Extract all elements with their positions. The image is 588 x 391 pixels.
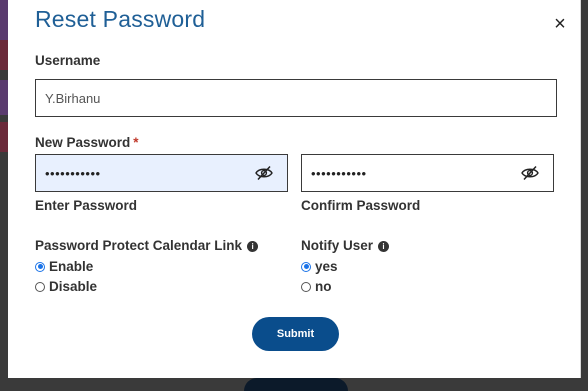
enter-password-caption: Enter Password — [35, 198, 138, 213]
radio-label: no — [315, 279, 332, 294]
background-strip — [0, 122, 8, 152]
enter-password-field[interactable]: ••••••••••• — [35, 154, 288, 192]
reset-password-modal: Reset Password × Username Y.Birhanu New … — [8, 0, 581, 378]
radio-yes[interactable]: yes — [301, 259, 338, 274]
page-backdrop: Reset Password × Username Y.Birhanu New … — [0, 0, 588, 391]
confirm-password-field[interactable]: ••••••••••• — [301, 154, 554, 192]
info-icon[interactable]: i — [378, 241, 390, 252]
radio-button[interactable] — [301, 261, 311, 272]
username-value: Y.Birhanu — [45, 90, 101, 106]
notify-user-label: Notify User i — [301, 238, 390, 253]
info-icon[interactable]: i — [247, 241, 259, 252]
radio-button[interactable] — [301, 281, 311, 292]
radio-label: Enable — [49, 259, 94, 274]
new-password-label: New Password * — [35, 135, 139, 150]
confirm-password-value: ••••••••••• — [311, 165, 367, 181]
enter-password-value: ••••••••••• — [45, 165, 101, 181]
radio-button[interactable] — [35, 261, 45, 272]
new-password-label-text: New Password — [35, 135, 131, 150]
radio-disable[interactable]: Disable — [35, 279, 97, 294]
eye-slash-icon[interactable] — [521, 165, 539, 181]
confirm-password-caption: Confirm Password — [301, 198, 421, 213]
calendar-protect-label: Password Protect Calendar Link i — [35, 238, 259, 253]
background-strip — [0, 40, 8, 70]
radio-no[interactable]: no — [301, 279, 332, 294]
background-strip — [0, 80, 8, 115]
notify-user-label-text: Notify User — [301, 238, 374, 253]
username-label: Username — [35, 53, 101, 68]
username-field[interactable]: Y.Birhanu — [35, 79, 557, 117]
eye-slash-icon[interactable] — [255, 165, 273, 181]
radio-label: Disable — [49, 279, 98, 294]
required-mark: * — [133, 135, 139, 150]
submit-button[interactable]: Submit — [252, 317, 339, 351]
background-button — [244, 378, 348, 391]
radio-label: yes — [315, 259, 338, 274]
calendar-protect-label-text: Password Protect Calendar Link — [35, 238, 243, 253]
radio-button[interactable] — [35, 281, 45, 292]
close-icon[interactable]: × — [550, 14, 570, 34]
radio-enable[interactable]: Enable — [35, 259, 93, 274]
modal-title: Reset Password — [35, 6, 206, 32]
background-strip — [0, 0, 8, 40]
